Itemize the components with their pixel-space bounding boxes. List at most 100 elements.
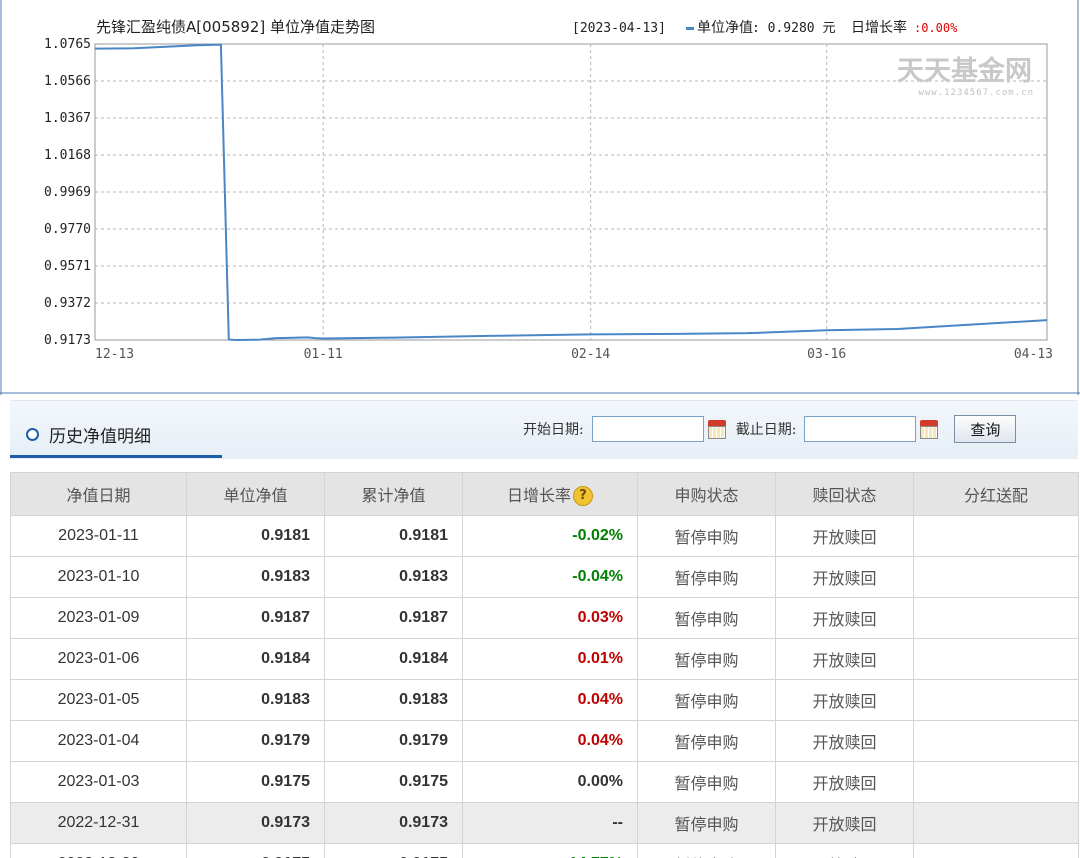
cell-acc-nav: 0.9175: [324, 843, 463, 858]
cell-date: 2023-01-05: [10, 679, 187, 721]
table-row: 2023-01-10 0.9183 0.9183 -0.04% 暂停申购 开放赎回: [10, 556, 1079, 598]
cell-redeem-status: 开放赎回: [775, 802, 914, 844]
info-date: [2023-04-13]: [572, 21, 666, 36]
cell-acc-nav: 0.9183: [324, 679, 463, 721]
x-tick-label: 03-16: [807, 347, 846, 362]
header-daily-rate-label: 日增长率: [506, 485, 571, 505]
cell-dividend: [913, 761, 1079, 803]
y-tick-label: 1.0367: [44, 111, 91, 126]
cell-redeem-status: 开放赎回: [775, 515, 914, 557]
history-header: 历史净值明细 开始日期: 截止日期: 查询: [10, 400, 1078, 459]
info-value: : 0.9280 元: [752, 21, 835, 36]
cell-daily-rate: 0.00%: [462, 761, 638, 803]
cell-redeem-status: 开放赎回: [775, 679, 914, 721]
cell-dividend: [913, 720, 1079, 762]
cell-date: 2023-01-03: [10, 761, 187, 803]
cell-buy-status: 暂停申购: [637, 720, 776, 762]
header-daily-rate: 日增长率?: [462, 472, 638, 516]
header-redeem-status: 赎回状态: [775, 472, 914, 516]
cell-acc-nav: 0.9179: [324, 720, 463, 762]
info-legend-label: 单位净值: [697, 20, 753, 36]
x-tick-label: 01-11: [304, 347, 343, 362]
cell-daily-rate: 0.03%: [462, 597, 638, 639]
nav-trend-chart: 1.0765 1.0566 1.0367 1.0168 0.9969 0.9770 0.95…: [0, 0, 1080, 395]
cell-redeem-status: 开放赎回: [775, 720, 914, 762]
cell-daily-rate: -0.02%: [462, 515, 638, 557]
y-tick-label: 1.0566: [44, 74, 91, 89]
legend-marker: [686, 27, 694, 30]
table-row: 2023-01-04 0.9179 0.9179 0.04% 暂停申购 开放赎回: [10, 720, 1079, 762]
cell-acc-nav: 0.9181: [324, 515, 463, 557]
cell-acc-nav: 0.9173: [324, 802, 463, 844]
cell-dividend: [913, 515, 1079, 557]
cell-daily-rate: 0.04%: [462, 720, 638, 762]
table-header-row: 净值日期 单位净值 累计净值 日增长率? 申购状态 赎回状态 分红送配: [10, 472, 1079, 516]
start-date-label: 开始日期:: [523, 422, 584, 438]
watermark-logo: 天天基金网: [897, 55, 1032, 87]
search-button[interactable]: 查询: [954, 415, 1017, 443]
circle-bullet-icon: [26, 428, 39, 441]
cell-date: 2023-01-11: [10, 515, 187, 557]
header-buy-status: 申购状态: [637, 472, 776, 516]
nav-history-table: 净值日期 单位净值 累计净值 日增长率? 申购状态 赎回状态 分红送配 2023…: [10, 472, 1079, 858]
cell-unit-nav: 0.9181: [186, 515, 325, 557]
cell-daily-rate: -0.04%: [462, 556, 638, 598]
calendar-icon[interactable]: [707, 420, 726, 439]
start-date-input[interactable]: [591, 416, 704, 442]
table-row: 2023-01-11 0.9181 0.9181 -0.02% 暂停申购 开放赎回: [10, 515, 1079, 557]
y-tick-label: 0.9770: [44, 222, 91, 237]
cell-acc-nav: 0.9184: [324, 638, 463, 680]
cell-unit-nav: 0.9183: [186, 556, 325, 598]
cell-redeem-status: 开放赎回: [775, 597, 914, 639]
cell-redeem-status: 开放赎回: [775, 556, 914, 598]
cell-date: 2023-01-04: [10, 720, 187, 762]
cell-redeem-status: 开放赎回: [775, 843, 914, 858]
cell-dividend: [913, 556, 1079, 598]
title-underline: [10, 455, 222, 458]
y-tick-label: 0.9969: [44, 185, 91, 200]
x-tick-label: 04-13: [1014, 347, 1053, 362]
chart-canvas: 1.0765 1.0566 1.0367 1.0168 0.9969 0.9770 0.95…: [0, 0, 1080, 395]
cell-date: 2023-01-10: [10, 556, 187, 598]
y-tick-label: 0.9372: [44, 296, 91, 311]
cell-daily-rate: 0.01%: [462, 638, 638, 680]
header-unit-nav: 单位净值: [186, 472, 325, 516]
history-title-wrap: 历史净值明细: [26, 422, 151, 447]
cell-buy-status: 暂停申购: [637, 679, 776, 721]
cell-redeem-status: 开放赎回: [775, 638, 914, 680]
chart-title: 先锋汇盈纯债A[005892] 单位净值走势图: [96, 18, 375, 36]
cell-dividend: [913, 802, 1079, 844]
table-row: 2023-01-06 0.9184 0.9184 0.01% 暂停申购 开放赎回: [10, 638, 1079, 680]
y-tick-label: 1.0765: [44, 37, 91, 52]
cell-date: 2023-01-09: [10, 597, 187, 639]
header-dividend: 分红送配: [913, 472, 1079, 516]
table-row: 2023-01-05 0.9183 0.9183 0.04% 暂停申购 开放赎回: [10, 679, 1079, 721]
cell-buy-status: 暂停申购: [637, 761, 776, 803]
header-acc-nav: 累计净值: [324, 472, 463, 516]
cell-buy-status: 暂停申购: [637, 802, 776, 844]
cell-date: 2022-12-30: [10, 843, 187, 858]
x-tick-label: 02-14: [571, 347, 610, 362]
cell-date: 2023-01-06: [10, 638, 187, 680]
cell-daily-rate: --: [462, 802, 638, 844]
help-icon[interactable]: ?: [573, 486, 593, 507]
cell-buy-status: 暂停申购: [637, 556, 776, 598]
cell-dividend: [913, 597, 1079, 639]
cell-date: 2022-12-31: [10, 802, 187, 844]
calendar-icon[interactable]: [920, 420, 939, 439]
cell-daily-rate: 0.04%: [462, 679, 638, 721]
table-row: 2023-01-03 0.9175 0.9175 0.00% 暂停申购 开放赎回: [10, 761, 1079, 803]
cell-acc-nav: 0.9175: [324, 761, 463, 803]
cell-redeem-status: 开放赎回: [775, 761, 914, 803]
page: 1.0765 1.0566 1.0367 1.0168 0.9969 0.9770 0.95…: [0, 0, 1080, 858]
watermark-url: www.1234567.com.cn: [918, 88, 1034, 98]
y-tick-label: 0.9571: [44, 259, 91, 274]
cell-daily-rate: -14.77%: [462, 843, 638, 858]
history-title: 历史净值明细: [49, 427, 151, 447]
cell-buy-status: 暂停申购: [637, 515, 776, 557]
end-date-input[interactable]: [804, 416, 917, 442]
history-panel: 历史净值明细 开始日期: 截止日期: 查询 净值日期 单位净值 累计净值 日增长…: [10, 400, 1079, 858]
cell-buy-status: 暂停申购: [637, 638, 776, 680]
cell-buy-status: 暂停申购: [637, 597, 776, 639]
cell-unit-nav: 0.9184: [186, 638, 325, 680]
